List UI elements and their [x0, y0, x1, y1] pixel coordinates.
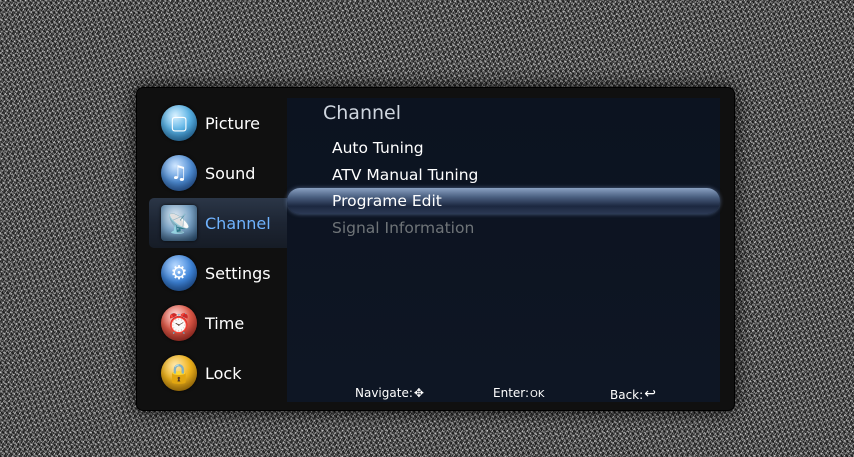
sidebar-item-channel[interactable]: 📡 Channel — [149, 198, 301, 248]
footer-back-hint: Back: ↩ — [610, 386, 656, 402]
back-label: Back: — [610, 388, 644, 402]
menu-item-auto-tuning[interactable]: Auto Tuning — [332, 139, 424, 157]
page-title: Channel — [323, 102, 402, 124]
sidebar-item-picture[interactable]: ▢ Picture — [137, 98, 287, 148]
menu-item-programe-edit[interactable]: Programe Edit — [332, 192, 442, 210]
sidebar-item-time[interactable]: ⏰ Time — [137, 298, 287, 348]
sidebar-item-label: Settings — [205, 263, 271, 283]
satellite-dish-icon: 📡 — [161, 205, 197, 241]
footer-navigate-hint: Navigate: ✥ — [355, 386, 424, 400]
sidebar-item-label: Time — [205, 313, 245, 333]
menu-item-signal-information: Signal Information — [332, 219, 475, 237]
padlock-icon: 🔒 — [161, 355, 197, 391]
sidebar-item-settings[interactable]: ⚙ Settings — [137, 248, 287, 298]
sidebar-item-label: Lock — [205, 363, 242, 383]
menu-item-atv-manual-tuning[interactable]: ATV Manual Tuning — [332, 166, 478, 184]
navigate-label: Navigate: — [355, 386, 413, 400]
sidebar-item-sound[interactable]: ♫ Sound — [137, 148, 287, 198]
enter-label: Enter: — [493, 386, 530, 400]
sidebar-item-label: Picture — [205, 113, 261, 133]
gears-icon: ⚙ — [161, 255, 197, 291]
navigate-arrows-icon: ✥ — [413, 386, 424, 400]
sidebar-item-label: Sound — [205, 163, 256, 183]
main-menu-sidebar: ▢ Picture ♫ Sound 📡 Channel ⚙ Settings ⏰… — [137, 98, 301, 398]
return-arrow-icon: ↩ — [644, 386, 656, 402]
picture-icon: ▢ — [161, 105, 197, 141]
ok-icon: OK — [530, 389, 545, 400]
alarm-clock-icon: ⏰ — [161, 305, 197, 341]
footer-enter-hint: Enter: OK — [493, 386, 544, 400]
tv-osd-menu: ▢ Picture ♫ Sound 📡 Channel ⚙ Settings ⏰… — [137, 88, 734, 410]
channel-panel: Channel Auto Tuning ATV Manual Tuning Pr… — [287, 98, 720, 402]
sidebar-item-label: Channel — [205, 213, 271, 233]
sidebar-item-lock[interactable]: 🔒 Lock — [137, 348, 287, 398]
sound-icon: ♫ — [161, 155, 197, 191]
